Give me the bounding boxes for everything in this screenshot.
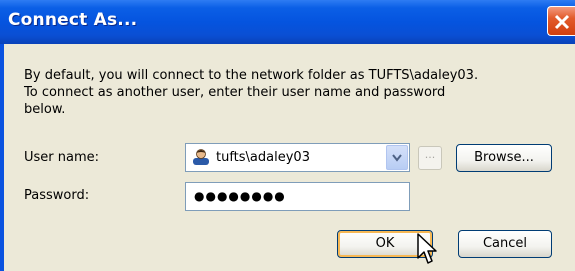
username-label: User name: [24,150,100,165]
password-label: Password: [24,188,90,203]
cancel-button[interactable]: Cancel [458,230,552,258]
info-message: By default, you will connect to the netw… [24,68,479,117]
username-value[interactable]: tufts\adaley03 [216,150,310,165]
title-bar[interactable]: Connect As... [0,0,575,44]
user-icon [192,148,210,170]
username-dropdown-button[interactable] [386,145,408,170]
mouse-pointer-icon [417,233,437,264]
chevron-down-icon [392,154,402,162]
password-field[interactable]: ●●●●●●●● [185,182,410,211]
connect-as-dialog: Connect As... By default, you will conne… [0,0,575,271]
browse-button[interactable]: Browse... [456,144,552,172]
more-options-button[interactable]: ... [418,146,442,170]
close-icon [554,14,570,30]
close-button[interactable] [547,6,575,36]
password-value[interactable]: ●●●●●●●● [194,189,286,203]
dialog-title: Connect As... [8,10,138,30]
username-combobox[interactable]: tufts\adaley03 [185,143,410,172]
